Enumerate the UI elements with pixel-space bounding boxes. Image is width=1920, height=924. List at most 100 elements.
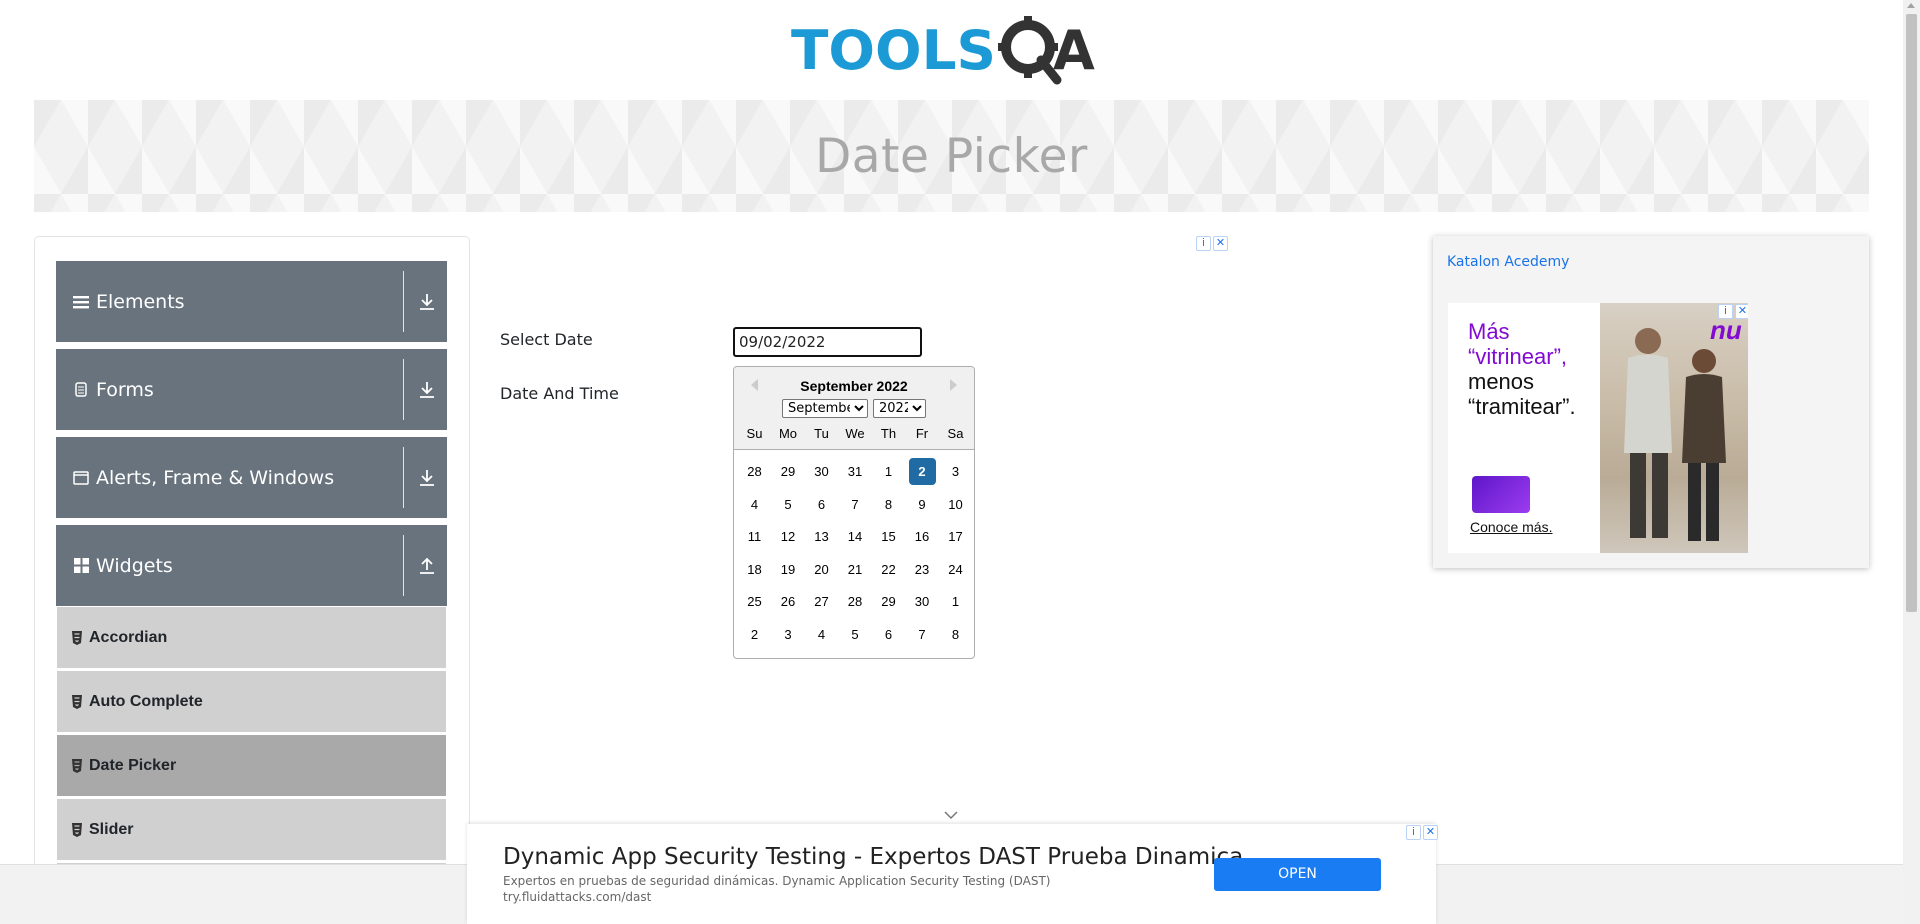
datepicker-day[interactable]: 30 — [808, 458, 835, 485]
ad-info-icon[interactable]: i — [1406, 825, 1421, 840]
download-arrow-icon[interactable] — [416, 379, 438, 401]
datepicker-day[interactable]: 27 — [808, 588, 835, 615]
ad-info-icon[interactable]: i — [1196, 236, 1211, 251]
datepicker-day[interactable]: 5 — [775, 491, 802, 518]
datepicker-day[interactable]: 6 — [875, 621, 902, 648]
datepicker-week-row: 18 19 20 21 22 23 24 — [741, 556, 969, 589]
datepicker-day[interactable]: 5 — [842, 621, 869, 648]
datepicker-day[interactable]: 12 — [775, 523, 802, 550]
widgets-icon — [72, 557, 90, 575]
datepicker-day[interactable]: 3 — [775, 621, 802, 648]
page: TOOLS A Date Picker Elements Forms Alert… — [0, 0, 1920, 924]
datepicker-day[interactable]: 28 — [842, 588, 869, 615]
datepicker-day[interactable]: 16 — [909, 523, 936, 550]
datepicker-day[interactable]: 11 — [741, 523, 768, 550]
download-arrow-icon[interactable] — [416, 291, 438, 313]
chevron-down-icon[interactable] — [943, 810, 959, 820]
ad-info-icon[interactable]: i — [1718, 304, 1733, 319]
datepicker-week-row: 11 12 13 14 15 16 17 — [741, 523, 969, 556]
divider — [403, 271, 404, 332]
datepicker-day[interactable]: 1 — [875, 458, 902, 485]
sidebar-group-label: Forms — [96, 378, 154, 401]
scroll-up-arrow-icon[interactable] — [1907, 3, 1915, 8]
datepicker-day[interactable]: 7 — [842, 491, 869, 518]
datepicker-day[interactable]: 29 — [875, 588, 902, 615]
year-select[interactable]: 2022 — [873, 399, 926, 418]
svg-text:TOOLS: TOOLS — [791, 19, 996, 82]
sidebar-item-date-picker[interactable]: Date Picker — [57, 735, 446, 796]
datepicker-header: September 2022 September 2022 Su Mo Tu W… — [734, 367, 974, 450]
datepicker-day[interactable]: 8 — [875, 491, 902, 518]
ad-controls-top: i ✕ — [1196, 236, 1228, 251]
toolsqa-logo[interactable]: TOOLS A — [791, 14, 1114, 90]
sidebar-group-label: Alerts, Frame & Windows — [96, 466, 335, 489]
katalon-ad-link[interactable]: Katalon Acedemy — [1447, 254, 1569, 270]
datepicker-day[interactable]: 21 — [842, 556, 869, 583]
datepicker-day[interactable]: 28 — [741, 458, 768, 485]
sidebar-item-slider[interactable]: Slider — [57, 799, 446, 860]
sidebar-item-label: Auto Complete — [89, 692, 203, 710]
page-banner: Date Picker — [34, 100, 1869, 212]
datepicker-day[interactable]: 10 — [942, 491, 969, 518]
datepicker-day[interactable]: 26 — [775, 588, 802, 615]
nu-brand-logo: nu — [1710, 315, 1742, 345]
datepicker-day[interactable]: 17 — [942, 523, 969, 550]
day-name: Mo — [778, 426, 798, 441]
datepicker-day[interactable]: 19 — [775, 556, 802, 583]
datepicker-day[interactable]: 9 — [909, 491, 936, 518]
sidebar-item-accordian[interactable]: Accordian — [57, 607, 446, 668]
datepicker-day[interactable]: 4 — [741, 491, 768, 518]
day-name: Fr — [915, 426, 929, 441]
datepicker-day[interactable]: 1 — [942, 588, 969, 615]
headline-line: Más — [1468, 319, 1510, 344]
datepicker-day[interactable]: 25 — [741, 588, 768, 615]
bottom-ad-title[interactable]: Dynamic App Security Testing - Expertos … — [503, 844, 1243, 870]
day-names-row: Su Mo Tu We Th Fr Sa — [741, 426, 969, 446]
sidebar-group-label: Elements — [96, 290, 185, 313]
sidebar-group-label: Widgets — [96, 554, 173, 577]
select-date-input[interactable] — [733, 327, 922, 357]
datepicker-day[interactable]: 20 — [808, 556, 835, 583]
date-and-time-label: Date And Time — [500, 384, 619, 403]
open-ad-button[interactable]: OPEN — [1214, 858, 1381, 891]
datepicker-day[interactable]: 2 — [741, 621, 768, 648]
datepicker-day[interactable]: 23 — [909, 556, 936, 583]
sidebar-group-forms[interactable]: Forms — [56, 349, 447, 430]
upload-arrow-icon[interactable] — [416, 555, 438, 577]
datepicker-day[interactable]: 24 — [942, 556, 969, 583]
day-name: Su — [746, 426, 763, 441]
nu-ad-banner[interactable]: Más “vitrinear”, menos “tramitear”. Cono… — [1448, 303, 1748, 553]
ad-close-icon[interactable]: ✕ — [1735, 304, 1748, 319]
month-select[interactable]: September — [782, 399, 868, 418]
nu-ad-cta[interactable]: Conoce más. — [1470, 519, 1552, 535]
day-name: Th — [880, 426, 897, 441]
datepicker-day[interactable]: 3 — [942, 458, 969, 485]
ad-close-icon[interactable]: ✕ — [1213, 236, 1228, 251]
ad-close-icon[interactable]: ✕ — [1423, 825, 1438, 840]
bottom-ad[interactable]: Dynamic App Security Testing - Expertos … — [467, 824, 1438, 924]
datepicker-day[interactable]: 18 — [741, 556, 768, 583]
sidebar-group-alerts[interactable]: Alerts, Frame & Windows — [56, 437, 447, 518]
datepicker-day-selected[interactable]: 2 — [908, 458, 936, 485]
datepicker-day[interactable]: 30 — [909, 588, 936, 615]
document-icon — [72, 381, 90, 399]
sidebar-group-elements[interactable]: Elements — [56, 261, 447, 342]
datepicker-day[interactable]: 31 — [842, 458, 869, 485]
sidebar-group-widgets[interactable]: Widgets — [56, 525, 447, 606]
download-arrow-icon[interactable] — [416, 467, 438, 489]
sidebar-item-auto-complete[interactable]: Auto Complete — [57, 671, 446, 732]
datepicker-day[interactable]: 4 — [808, 621, 835, 648]
datepicker-day[interactable]: 13 — [808, 523, 835, 550]
datepicker-day[interactable]: 29 — [775, 458, 802, 485]
ad-controls-nu: i ✕ — [1718, 304, 1748, 319]
select-date-label: Select Date — [500, 330, 593, 349]
datepicker-day[interactable]: 6 — [808, 491, 835, 518]
datepicker-day[interactable]: 14 — [842, 523, 869, 550]
datepicker-day[interactable]: 15 — [875, 523, 902, 550]
divider — [403, 447, 404, 508]
datepicker-day[interactable]: 22 — [875, 556, 902, 583]
datepicker-week-row: 28 29 30 31 1 2 3 — [741, 458, 969, 491]
datepicker-day[interactable]: 7 — [909, 621, 936, 648]
scrollbar-thumb[interactable] — [1906, 14, 1917, 612]
datepicker-day[interactable]: 8 — [942, 621, 969, 648]
